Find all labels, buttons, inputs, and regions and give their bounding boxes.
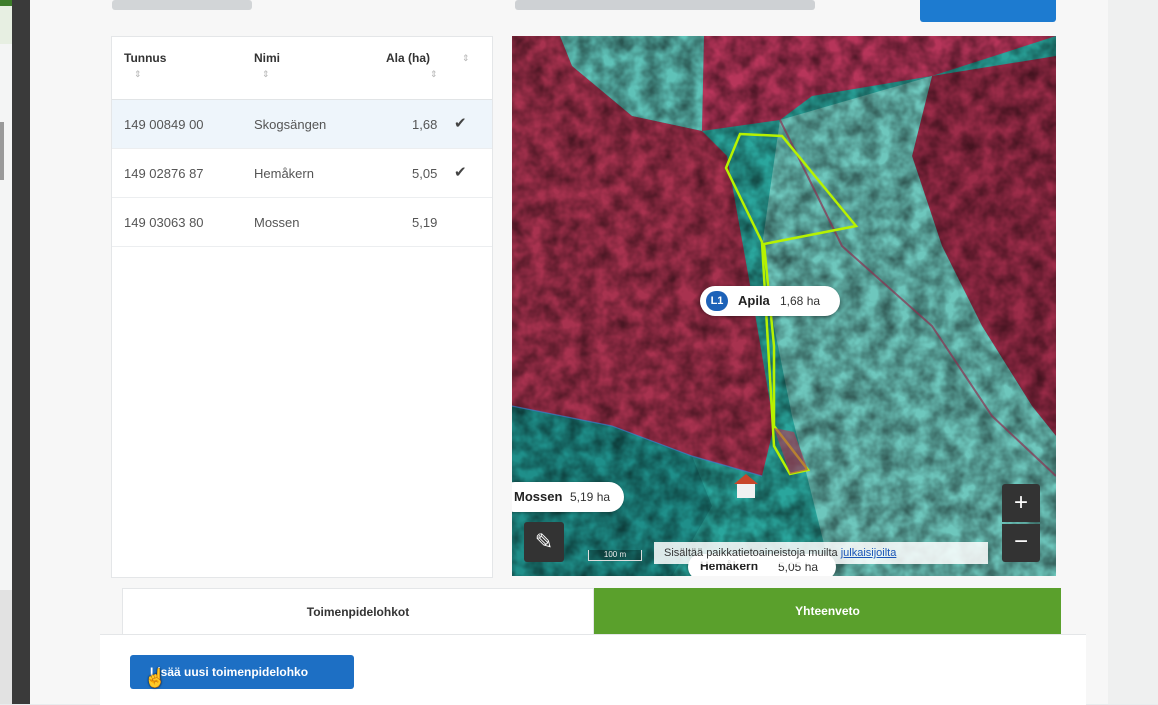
table-row[interactable]: 149 02876 87 Hemåkern 5,05 ✔	[112, 149, 492, 198]
parcel-label-apila[interactable]: L1 Apila 1,68 ha	[700, 286, 840, 316]
cell-tunnus: 149 03063 80	[124, 215, 204, 230]
map-scale-bar: 100 m	[588, 550, 642, 561]
cell-nimi: Hemåkern	[254, 166, 314, 181]
check-icon: ✔	[454, 115, 467, 132]
zoom-in-button[interactable]: +	[1002, 484, 1040, 522]
parcel-badge: L1	[706, 291, 728, 311]
header-tunnus[interactable]: Tunnus	[124, 51, 166, 65]
parcel-map[interactable]: L1 Apila 1,68 ha Mossen 5,19 ha Hemåkern…	[512, 36, 1056, 576]
parcel-name: Apila	[738, 293, 770, 308]
zoom-out-button[interactable]: −	[1002, 524, 1040, 562]
cell-tunnus: 149 02876 87	[124, 166, 204, 181]
attribution-text: Sisältää paikkatietoaineistoja muilta	[664, 547, 838, 559]
cell-nimi: Skogsängen	[254, 117, 327, 132]
right-gutter	[1108, 0, 1158, 704]
parcel-name: Mossen	[514, 489, 563, 504]
parcel-area: 5,19 ha	[570, 490, 611, 504]
window-divider	[12, 0, 30, 704]
hand-cursor-icon: ☝	[144, 668, 167, 688]
header-ala[interactable]: Ala (ha)	[386, 51, 430, 65]
cell-ala: 1,68	[412, 117, 438, 132]
attribution-link[interactable]: julkaisijoilta	[841, 547, 897, 559]
top-action-button[interactable]	[920, 0, 1056, 22]
table-row[interactable]: 149 03063 80 Mossen 5,19	[112, 198, 492, 247]
sort-icon[interactable]: ⇕	[134, 69, 142, 80]
tab-yhteenveto[interactable]: Yhteenveto	[594, 588, 1061, 634]
sort-icon[interactable]: ⇕	[462, 53, 470, 64]
section-title	[112, 0, 252, 10]
header-nimi[interactable]: Nimi	[254, 51, 280, 65]
cell-ala: 5,05	[412, 166, 438, 181]
tab-toimenpidelohkot[interactable]: Toimenpidelohkot	[122, 588, 594, 635]
table-row[interactable]: 149 00849 00 Skogsängen 1,68 ✔	[112, 100, 492, 149]
cell-nimi: Mossen	[254, 215, 300, 230]
edit-pencil-icon[interactable]: ✎	[524, 522, 564, 562]
table-header: Tunnus ⇕ Nimi ⇕ Ala (ha) ⇕ ⇕	[112, 37, 492, 100]
map-attribution: Sisältää paikkatietoaineistoja muilta ju…	[654, 542, 988, 564]
cell-tunnus: 149 00849 00	[124, 117, 204, 132]
cell-ala: 5,19	[412, 215, 438, 230]
map-title	[515, 0, 815, 10]
parcel-area: 1,68 ha	[780, 294, 821, 308]
left-gray-marker	[0, 122, 4, 180]
sort-icon[interactable]: ⇕	[430, 69, 438, 80]
sort-icon[interactable]: ⇕	[262, 69, 270, 80]
check-icon: ✔	[454, 164, 467, 181]
parcel-table: Tunnus ⇕ Nimi ⇕ Ala (ha) ⇕ ⇕ 149 00849 0…	[111, 36, 493, 578]
parcel-label-mossen[interactable]: Mossen 5,19 ha	[512, 482, 624, 512]
